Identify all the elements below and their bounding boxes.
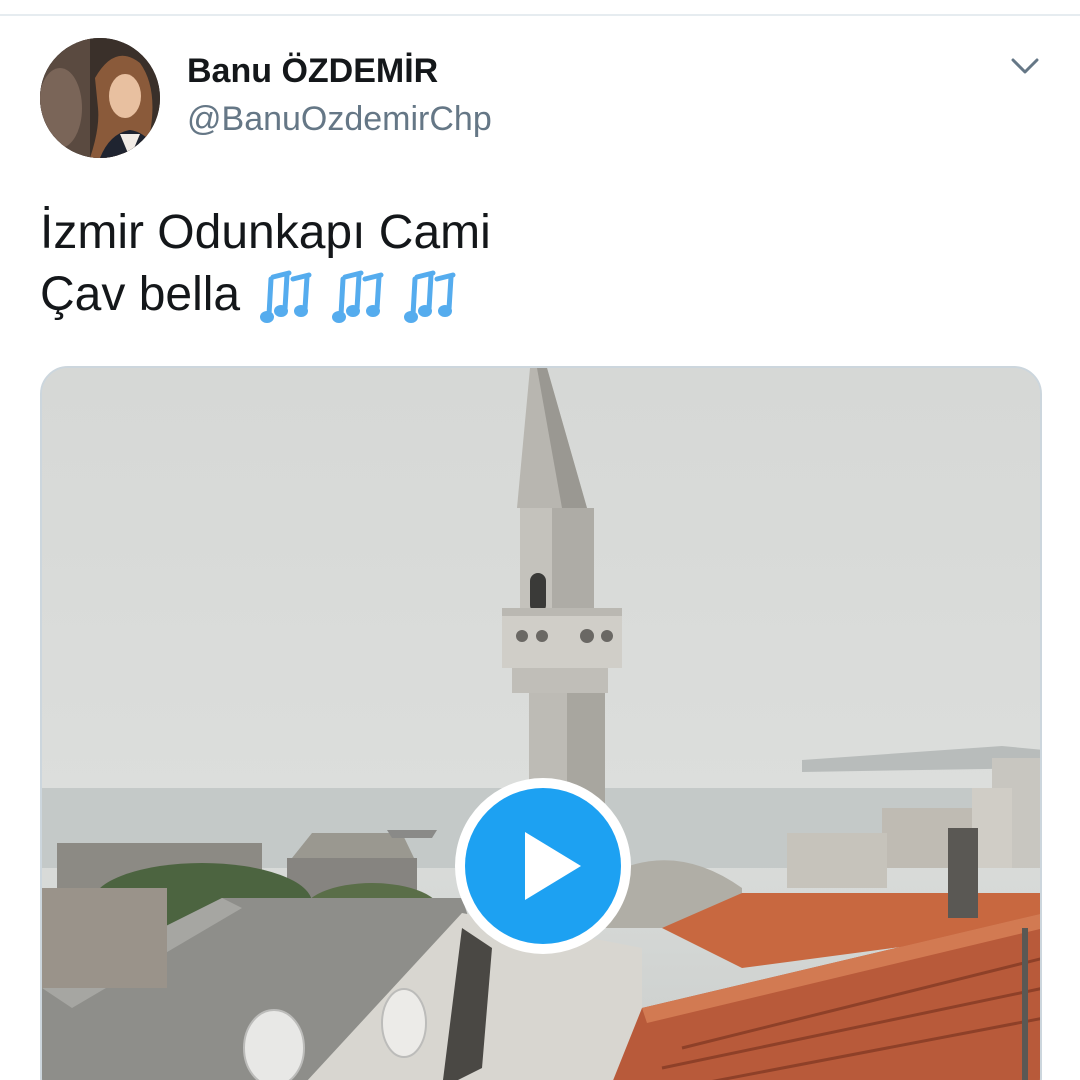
play-button[interactable]: [455, 778, 631, 954]
musical-notes-icon: [331, 265, 393, 327]
tweet-text: İzmir Odunkapı Cami Çav bella: [40, 202, 491, 326]
divider: [0, 14, 1080, 16]
video-player[interactable]: [40, 366, 1042, 1080]
tweet-card: Banu ÖZDEMİR @BanuOzdemirChp İzmir Odunk…: [0, 0, 1080, 1080]
tweet-text-line-2: Çav bella: [40, 264, 491, 326]
author-handle[interactable]: @BanuOzdemirChp: [187, 100, 492, 139]
tweet-text-line: İzmir Odunkapı Cami: [40, 206, 491, 259]
play-icon: [465, 788, 621, 944]
tweet-text-line: Çav bella: [40, 268, 241, 321]
avatar[interactable]: [40, 38, 160, 158]
author-display-name[interactable]: Banu ÖZDEMİR: [187, 52, 438, 91]
avatar-image: [40, 38, 160, 158]
emoji-group: [259, 265, 475, 329]
musical-notes-icon: [403, 265, 465, 327]
play-triangle: [525, 832, 581, 900]
chevron-down-icon[interactable]: [1005, 50, 1045, 82]
musical-notes-icon: [259, 265, 321, 327]
video-thumbnail: [42, 368, 1040, 1080]
